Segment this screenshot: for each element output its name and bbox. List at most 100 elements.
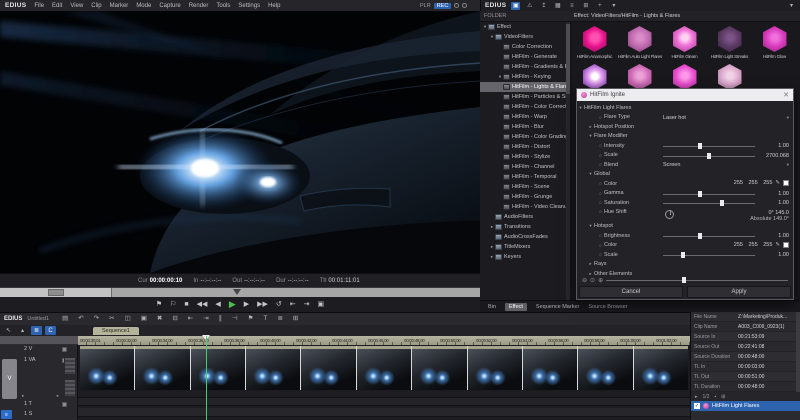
param-row[interactable]: ○ Hue Shift 0° 145.0▾ 0° 145.0✎ 0° 145.0… [577,208,793,222]
param-expander-icon[interactable]: ▸ [587,124,594,130]
audio-mixer-icon[interactable]: ≣ [277,316,282,323]
marker-icon[interactable]: ⚑ [248,316,254,323]
tree-item[interactable]: HitFilm - Grunge [480,192,566,202]
ripple-delete-icon[interactable]: ⊟ [172,316,177,323]
track-select-icon[interactable]: ▴ [17,326,28,335]
title-tool-icon[interactable]: T [263,316,267,323]
tree-item[interactable]: Color Correction [480,42,566,52]
panel-tab[interactable]: Bin [488,304,496,310]
timeline-titlebar[interactable]: EDIUS Untitled1 ▤ ↶ ↷ ✂ ◫ ▣ ✖ ⊟ [0,313,690,325]
menu-item[interactable]: File [34,3,44,9]
timeline-clip[interactable] [80,346,134,390]
param-slider[interactable] [663,156,755,157]
slider-thumb[interactable] [698,191,702,197]
cancel-button[interactable]: Cancel [579,286,683,298]
zoom-out-icon[interactable]: ⊖ [582,277,587,284]
timeline-clip[interactable] [357,346,411,390]
tree-item[interactable]: ▾ VideoFilters [480,32,566,42]
set-out-icon[interactable]: ⇥ [203,316,208,323]
timeline-clip[interactable] [412,346,466,390]
export-frame-icon[interactable]: ▣ [318,301,325,308]
title-track[interactable] [78,397,690,406]
param-expander-icon[interactable]: ○ [597,209,604,214]
effect-thumbnail[interactable]: HitFilm Glow [752,26,797,64]
fast-forward-icon[interactable]: ▶▶ [257,301,268,308]
timeline-clip[interactable] [578,346,632,390]
track-group-selector[interactable]: V [2,359,17,399]
up-folder-icon[interactable]: ↥ [539,2,548,10]
add-cut-icon[interactable]: ∥ [219,316,222,323]
effect-thumbnail[interactable]: HitFilm Anamorphic [572,26,617,64]
track-drag-handle[interactable] [64,379,76,397]
tree-item[interactable]: HitFilm - Warp [480,112,566,122]
panel-tab[interactable]: Effect [505,303,527,311]
param-expander-icon[interactable]: ▾ [587,223,594,229]
param-expander-icon[interactable]: ○ [597,200,604,205]
menu-item[interactable]: Clip [91,3,101,9]
tree-item[interactable]: HitFilm - Channel [480,162,566,172]
param-slider[interactable] [663,203,755,204]
menu-item[interactable]: Mode [136,3,151,9]
pointer-icon[interactable]: ↖ [3,326,14,335]
plr-tab[interactable]: PLR [420,3,431,9]
trim-icon[interactable]: ⊣ [232,316,238,323]
timeline-clip[interactable] [634,346,688,390]
tree-item[interactable]: HitFilm - Blur [480,122,566,132]
param-row[interactable]: ○ Gamma 1.00▾ 1.00✎ 1.00 [577,189,793,199]
insert-mode-icon[interactable]: ≣ [31,326,42,335]
menu-item[interactable]: Help [268,3,280,9]
effect-enabled-checkbox[interactable]: ✓ [694,403,700,409]
color-swatch[interactable] [783,242,789,248]
param-color-control[interactable]: 255 255 255✎ [734,180,789,186]
param-slider[interactable] [663,194,755,195]
menu-item[interactable]: Render [189,3,209,9]
grid-view-icon[interactable]: ⊞ [581,2,590,10]
list-view-icon[interactable]: ▸ [695,394,698,400]
track-expand-icon[interactable]: ▸ [22,393,24,399]
param-row[interactable]: ▸ Hotspot Position ▾ ✎ [577,122,793,132]
properties-icon[interactable]: ▾ [609,2,618,10]
param-expander-icon[interactable]: ○ [597,115,604,120]
tree-item[interactable]: HitFilm - Temporal [480,172,566,182]
scrubber-handle[interactable] [48,289,64,296]
timeline-clip[interactable] [301,346,355,390]
param-row[interactable]: ○ Color 255 255 255▾ 255 255 255✎ 255 25… [577,179,793,189]
param-row[interactable]: ○ Flare Type Laser hot▾ Laser hot✎ Laser… [577,113,793,123]
zoom-in-icon[interactable]: ⊕ [598,277,603,284]
param-row[interactable]: ○ Brightness 1.00▾ 1.00✎ 1.00 [577,231,793,241]
param-angle-dial[interactable] [665,210,674,219]
slider-thumb[interactable] [720,200,724,206]
tree-item[interactable]: HitFilm - Generate [480,52,566,62]
scrubber-position-marker[interactable] [233,289,241,295]
tree-item[interactable]: ▸ TitleMixers [480,242,566,252]
param-row[interactable]: ○ Saturation 1.00▾ 1.00✎ 1.00 [577,198,793,208]
step-back-icon[interactable]: ◀ [215,301,220,308]
preview-monitor[interactable] [0,11,480,273]
param-row[interactable]: ○ Intensity 1.00▾ 1.00✎ 1.00 [577,141,793,151]
alert-icon[interactable]: ⚠ [525,2,534,10]
mark-in-icon[interactable]: ⚑ [156,301,162,308]
param-row[interactable]: ▸ Rays ▾ ✎ [577,260,793,270]
param-slider[interactable] [663,146,755,147]
dock-icon[interactable]: ▾ [787,2,796,10]
track-label[interactable]: 1 T [24,401,32,407]
rec-tab[interactable]: REC [434,3,452,9]
close-icon[interactable]: ✕ [783,91,789,99]
tree-item[interactable]: ▸ Keyers [480,252,566,262]
loop-icon[interactable]: ↺ [276,301,282,308]
slider-thumb[interactable] [681,252,685,258]
step-forward-icon[interactable]: ▶ [244,301,249,308]
param-expander-icon[interactable]: ○ [597,233,604,238]
zoom-slider[interactable] [606,280,788,281]
overwrite-mode-icon[interactable]: C [45,326,56,335]
tree-item[interactable]: ▾ Effect [480,22,566,32]
eyedropper-icon[interactable]: ✎ [775,242,780,248]
param-expander-icon[interactable]: ○ [597,153,604,158]
save-project-icon[interactable]: ▤ [62,316,68,323]
track-mute-button[interactable] [62,402,67,407]
rewind-icon[interactable]: ◀◀ [197,301,208,308]
tree-item[interactable]: AudioFilters [480,212,566,222]
add-effect-icon[interactable]: + [595,2,604,10]
tree-item[interactable]: HitFilm - Stylize [480,152,566,162]
effect-thumbnail[interactable]: HitFilm Gleam [662,26,707,64]
